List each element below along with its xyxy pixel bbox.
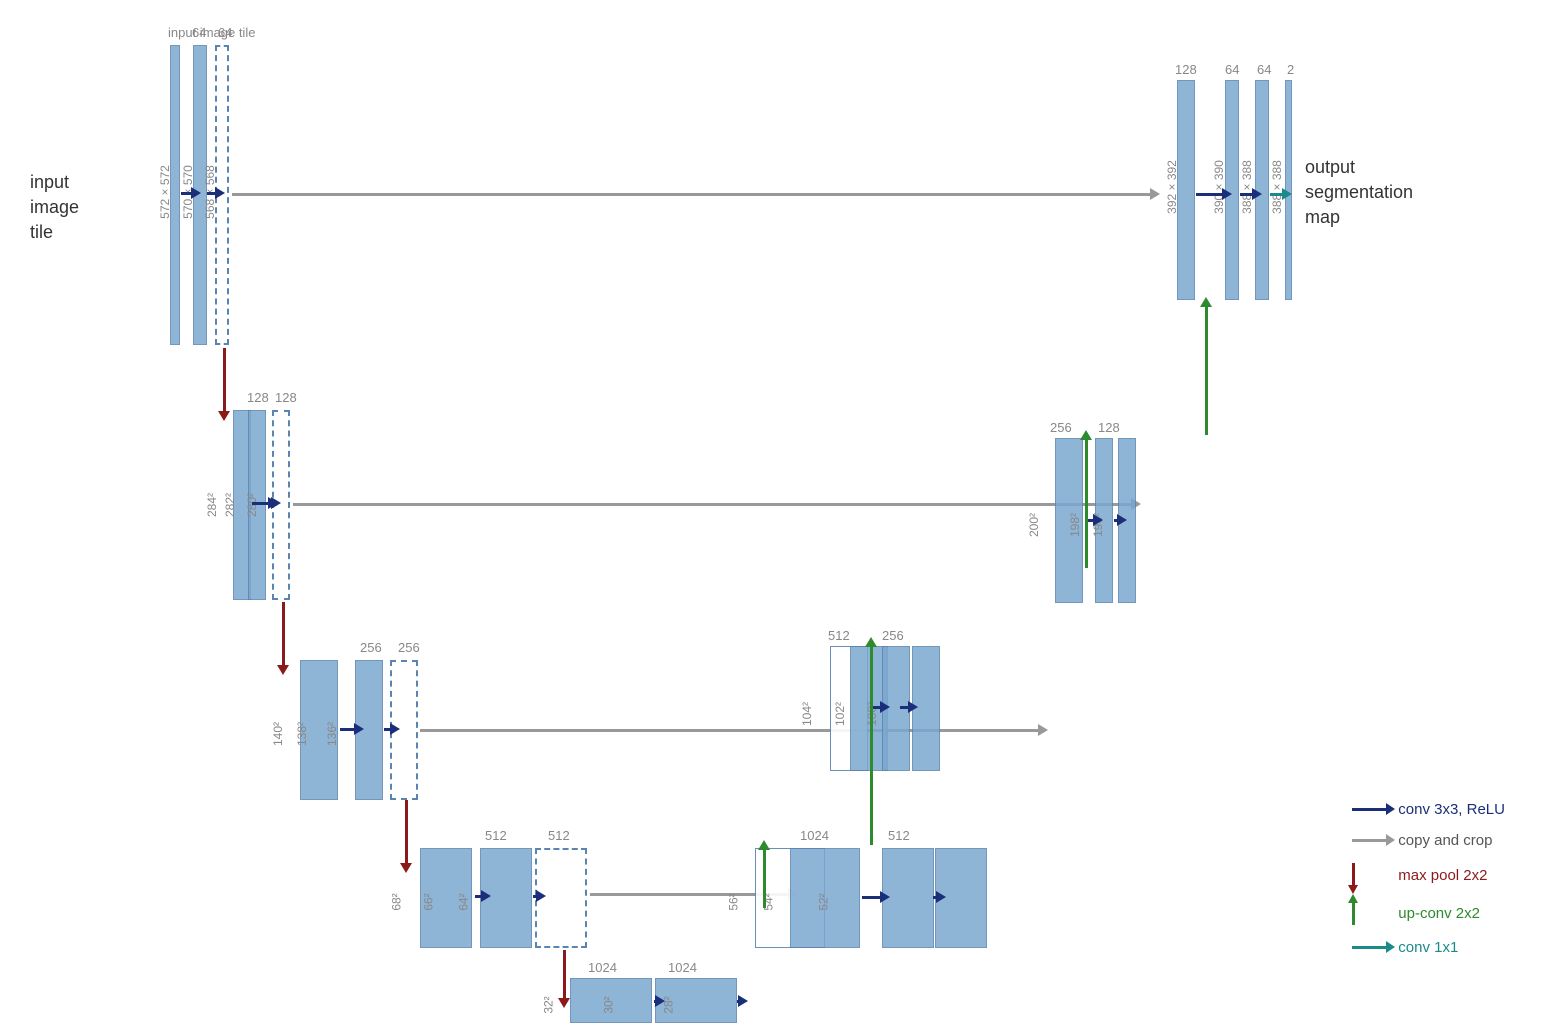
legend-conv-relu: conv 3x3, ReLU (1352, 801, 1505, 818)
upconv-arrow-r2 (1085, 438, 1088, 568)
conv-arrow-out-r1-2 (1240, 193, 1254, 196)
label-1024-r4r: 1024 (800, 828, 829, 843)
conv-arrow-out-r1-1 (1196, 193, 1224, 196)
conv-arrow-bot-2 (737, 1000, 740, 1003)
dim-102sq: 102² (833, 702, 847, 726)
copy-crop-arrow-r1 (232, 193, 1152, 196)
conv-arrow-r3-1 (340, 728, 356, 731)
legend-up-conv-label: up-conv 2x2 (1398, 905, 1480, 922)
conv-arrow-out-r2-2 (1114, 519, 1119, 522)
output-label: outputsegmentationmap (1305, 155, 1413, 231)
legend-max-pool: max pool 2x2 (1352, 863, 1505, 887)
dim-388x388a: 388 × 388 (1240, 160, 1254, 214)
label-64b: 64 (218, 25, 232, 40)
label-128-r2b: 128 (275, 390, 297, 405)
dim-52sq: 52² (817, 893, 831, 910)
dim-282sq: 282² (223, 493, 237, 517)
dim-64sq: 64² (457, 893, 471, 910)
conv-arrow-r4r-1 (862, 896, 882, 899)
legend-blue-arrow-icon (1352, 808, 1388, 811)
conv-arrow-r4-1 (475, 895, 483, 898)
conv-arrow-out-r3-2 (900, 706, 910, 709)
legend-teal-arrow-icon (1352, 946, 1388, 949)
copy-crop-arrow-r3 (420, 729, 1040, 732)
label-256-out-r3: 256 (882, 628, 904, 643)
legend-red-arrow-icon (1352, 863, 1355, 887)
label-256-r3: 256 (360, 640, 382, 655)
label-256-out-r2: 256 (1050, 420, 1072, 435)
label-1024-bot: 1024 (588, 960, 617, 975)
legend-copy-crop: copy and crop (1352, 832, 1505, 849)
label-64a: 64 (192, 25, 206, 40)
maxpool-arrow-3 (405, 800, 408, 865)
dim-140sq: 140² (271, 722, 285, 746)
legend-up-conv: up-conv 2x2 (1352, 901, 1505, 925)
legend-conv-relu-label: conv 3x3, ReLU (1398, 801, 1505, 818)
input-image-tile-label: inputimagetile (30, 170, 79, 246)
upconv-arrow-r1 (1205, 305, 1208, 435)
upconv-arrow-bot (763, 848, 766, 908)
dim-388x388b: 388 × 388 (1270, 160, 1284, 214)
dim-104sq: 104² (800, 702, 814, 726)
upconv-arrow-r3 (870, 645, 873, 845)
dim-572x572: 572 × 572 (158, 165, 172, 219)
conv-arrow-bot-1 (654, 1000, 657, 1003)
label-128-r2: 128 (247, 390, 269, 405)
label-128-out-r2: 128 (1098, 420, 1120, 435)
legend-max-pool-label: max pool 2x2 (1398, 867, 1487, 884)
label-2-r1: 2 (1287, 62, 1294, 77)
conv-arrow-r1-2 (207, 192, 217, 195)
maxpool-arrow-1 (223, 348, 226, 413)
label-512-out-r3: 512 (828, 628, 850, 643)
dim-280sq: 280² (245, 493, 259, 517)
conv-1x1-arrow-r1 (1270, 193, 1284, 196)
dim-138sq: 138² (295, 722, 309, 746)
maxpool-arrow-4 (563, 950, 566, 1000)
legend-conv-1x1: conv 1x1 (1352, 939, 1505, 956)
label-512-r4r: 512 (888, 828, 910, 843)
conv-arrow-r2-2 (268, 502, 273, 505)
dim-200sq: 200² (1027, 513, 1041, 537)
label-64-r1b: 64 (1257, 62, 1271, 77)
conv-arrow-r4-2 (533, 895, 538, 898)
dim-32sq: 32² (542, 996, 556, 1013)
legend-conv-1x1-label: conv 1x1 (1398, 939, 1458, 956)
legend-copy-crop-label: copy and crop (1398, 832, 1492, 849)
copy-crop-arrow-r2 (293, 503, 1133, 506)
dim-198sq: 198² (1068, 513, 1082, 537)
label-256-r3b: 256 (398, 640, 420, 655)
unet-diagram: input image tile 64 64 572 × 572 570 × 5… (0, 0, 1555, 1036)
dim-30sq: 30² (602, 996, 616, 1013)
dim-68sq: 68² (390, 893, 404, 910)
fmap-out-r1-128 (1177, 80, 1195, 300)
label-128-r1: 128 (1175, 62, 1197, 77)
legend-gray-arrow-icon (1352, 839, 1388, 842)
dim-392x392: 392 × 392 (1165, 160, 1179, 214)
label-512-r4b: 512 (548, 828, 570, 843)
label-512-r4: 512 (485, 828, 507, 843)
dim-284sq: 284² (205, 493, 219, 517)
legend-green-arrow-icon (1352, 901, 1355, 925)
dim-66sq: 66² (422, 893, 436, 910)
dim-56sq: 56² (727, 893, 741, 910)
dim-136sq: 136² (325, 722, 339, 746)
label-1024-bot2: 1024 (668, 960, 697, 975)
conv-arrow-r4r-2 (933, 896, 938, 899)
conv-arrow-r3-2 (384, 728, 392, 731)
label-1: input image tile (168, 25, 255, 40)
dim-390x390: 390 × 390 (1212, 160, 1226, 214)
label-64-r1a: 64 (1225, 62, 1239, 77)
conv-arrow-r1-1 (181, 192, 193, 195)
legend: conv 3x3, ReLU copy and crop max pool 2x… (1352, 801, 1505, 956)
maxpool-arrow-2 (282, 602, 285, 667)
